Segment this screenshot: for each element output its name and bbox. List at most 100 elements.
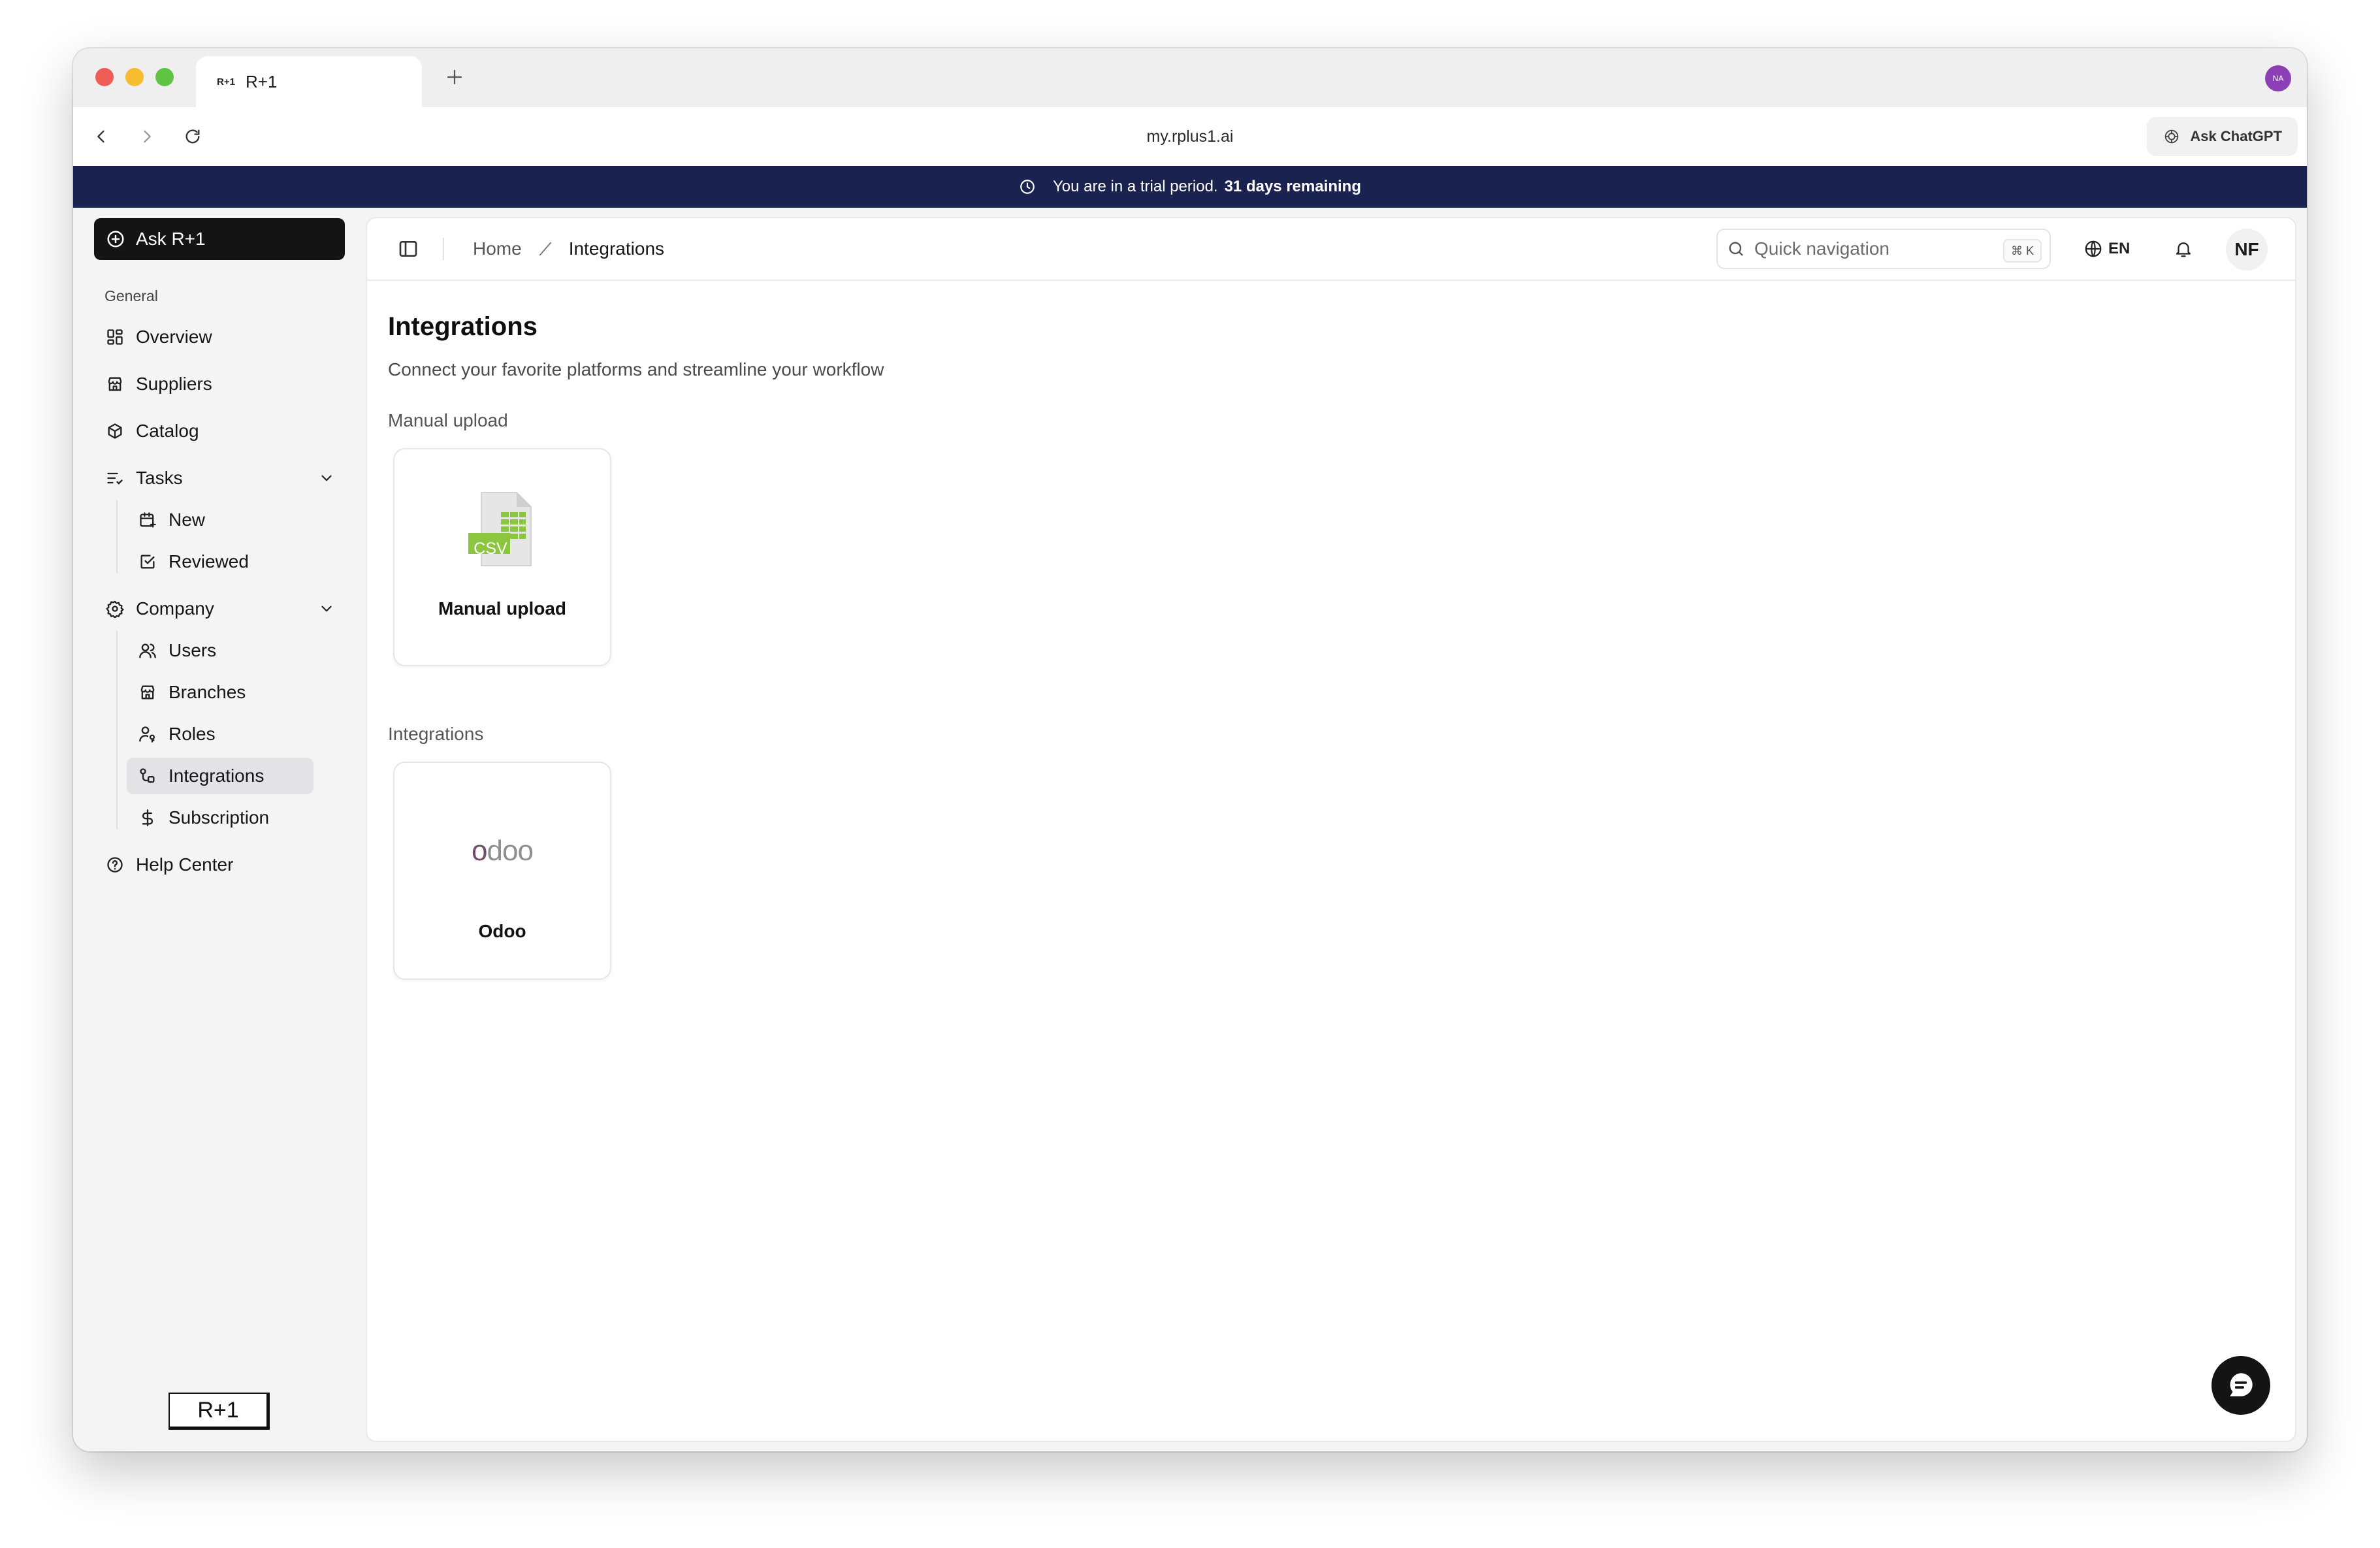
language-label: EN	[2108, 240, 2131, 257]
globe-icon	[2083, 239, 2103, 259]
trial-banner: You are in a trial period. 31 days remai…	[73, 166, 2307, 208]
odoo-card-label: Odoo	[478, 921, 526, 941]
company-tree-line	[116, 631, 118, 830]
user-key-icon	[137, 724, 158, 745]
chat-support-button[interactable]	[2211, 1356, 2270, 1415]
chevron-right-icon	[144, 130, 151, 143]
ask-r1-button[interactable]: Ask R+1	[94, 218, 345, 260]
back-button[interactable]	[86, 121, 116, 152]
chatgpt-icon	[2165, 129, 2179, 144]
sidebar-item-label: Users	[169, 640, 217, 660]
search-icon	[1727, 240, 1745, 258]
chevron-left-icon	[97, 130, 105, 143]
sidebar-item-label: Integrations	[169, 766, 265, 786]
notifications-button[interactable]	[2171, 236, 2196, 261]
browser-profile-avatar[interactable]: NA	[2265, 65, 2291, 91]
url-field[interactable]: my.rplus1.ai	[73, 107, 2307, 166]
box-icon	[105, 421, 125, 442]
odoo-integration-card[interactable]: odoo Odoo	[393, 762, 611, 980]
store-icon	[105, 374, 125, 395]
close-window-button[interactable]	[95, 68, 114, 86]
odoo-logo: odoo	[394, 835, 610, 867]
browser-tab[interactable]: R+1 R+1	[196, 56, 422, 107]
browser-tab-strip: R+1 R+1 NA	[73, 48, 2307, 107]
header-divider	[443, 238, 444, 260]
sidebar-section-general: General	[105, 287, 158, 304]
sidebar-item-label: Overview	[136, 327, 212, 347]
sidebar-item-help-center[interactable]: Help Center	[105, 847, 233, 883]
help-circle-icon	[105, 854, 125, 875]
sidebar-item-label: Company	[136, 598, 214, 619]
sidebar-item-label: Branches	[169, 682, 246, 702]
slash-icon	[536, 240, 555, 258]
sidebar-item-roles[interactable]: Roles	[137, 716, 216, 752]
plus-icon	[447, 69, 462, 85]
plus-circle-icon	[106, 229, 125, 249]
sidebar-toggle-button[interactable]	[396, 236, 421, 261]
breadcrumb-current: Integrations	[568, 238, 665, 259]
sidebar-item-label: Suppliers	[136, 374, 212, 394]
checkbox-icon	[137, 551, 158, 572]
sidebar-item-integrations[interactable]: Integrations	[127, 758, 314, 794]
language-selector[interactable]: EN	[2083, 218, 2130, 280]
section-label-manual-upload: Manual upload	[388, 410, 508, 430]
sidebar-item-tasks-reviewed[interactable]: Reviewed	[137, 543, 249, 580]
sidebar-item-branches[interactable]: Branches	[137, 674, 246, 711]
new-tab-button[interactable]	[440, 63, 469, 91]
dollar-icon	[137, 807, 158, 828]
dashboard-icon	[105, 327, 125, 347]
sidebar-item-overview[interactable]: Overview	[105, 319, 212, 355]
section-label-integrations: Integrations	[388, 724, 484, 744]
page-title: Integrations	[388, 312, 538, 341]
sidebar-item-label: Catalog	[136, 421, 199, 441]
sidebar-item-catalog[interactable]: Catalog	[105, 413, 199, 449]
ask-chatgpt-label: Ask ChatGPT	[2190, 128, 2282, 144]
minimize-window-button[interactable]	[125, 68, 144, 86]
csv-badge: CSV	[474, 539, 507, 558]
manual-upload-card[interactable]: CSV Manual upload	[393, 448, 611, 666]
page-header: Home Integrations ⌘ K	[367, 218, 2295, 281]
calendar-plus-icon	[137, 509, 158, 530]
user-avatar[interactable]: NF	[2226, 229, 2268, 270]
ask-chatgpt-button[interactable]: Ask ChatGPT	[2147, 117, 2298, 156]
search-input[interactable]	[1753, 238, 1991, 260]
quick-navigation-search[interactable]: ⌘ K	[1716, 229, 2051, 269]
breadcrumb: Home Integrations	[473, 218, 664, 280]
sidebar-item-suppliers[interactable]: Suppliers	[105, 366, 212, 402]
sidebar-item-label: Help Center	[136, 854, 234, 875]
sidebar-item-tasks[interactable]: Tasks	[105, 460, 337, 496]
panel-left-icon	[399, 241, 417, 257]
sidebar-item-company[interactable]: Company	[105, 590, 337, 627]
odoo-logo-text: odoo	[472, 835, 534, 867]
chevron-down-icon[interactable]	[316, 598, 337, 619]
bell-icon	[2176, 242, 2191, 257]
keyboard-shortcut-badge: ⌘ K	[2002, 239, 2042, 263]
app-area: Ask R+1 General Overview Suppliers Catal…	[73, 208, 2307, 1451]
breadcrumb-home-link[interactable]: Home	[473, 238, 522, 259]
trial-text: You are in a trial period.	[1052, 178, 1218, 195]
brand-logo: R+1	[169, 1393, 270, 1430]
reload-icon	[185, 129, 200, 144]
tasks-tree-line	[116, 500, 118, 573]
trial-days-remaining: 31 days remaining	[1224, 178, 1362, 195]
sidebar-item-tasks-new[interactable]: New	[137, 502, 205, 538]
forward-button[interactable]	[132, 121, 162, 152]
sidebar-item-label: Roles	[169, 724, 216, 744]
store-icon	[137, 682, 158, 703]
sidebar: Ask R+1 General Overview Suppliers Catal…	[73, 208, 366, 1451]
list-check-icon	[105, 468, 125, 489]
reload-button[interactable]	[178, 121, 208, 152]
maximize-window-button[interactable]	[155, 68, 174, 86]
sidebar-item-label: Tasks	[136, 468, 183, 488]
sidebar-item-subscription[interactable]: Subscription	[137, 799, 269, 836]
users-icon	[137, 640, 158, 661]
clock-icon	[1019, 178, 1036, 195]
sidebar-item-label: Reviewed	[169, 551, 249, 572]
chevron-down-icon[interactable]	[316, 468, 337, 489]
page-subtitle: Connect your favorite platforms and stre…	[388, 359, 884, 379]
manual-upload-card-label: Manual upload	[438, 598, 566, 619]
tab-title: R+1	[245, 71, 278, 91]
main-panel: Home Integrations ⌘ K	[366, 217, 2296, 1442]
sidebar-item-label: Subscription	[169, 807, 270, 828]
sidebar-item-users[interactable]: Users	[137, 632, 216, 669]
